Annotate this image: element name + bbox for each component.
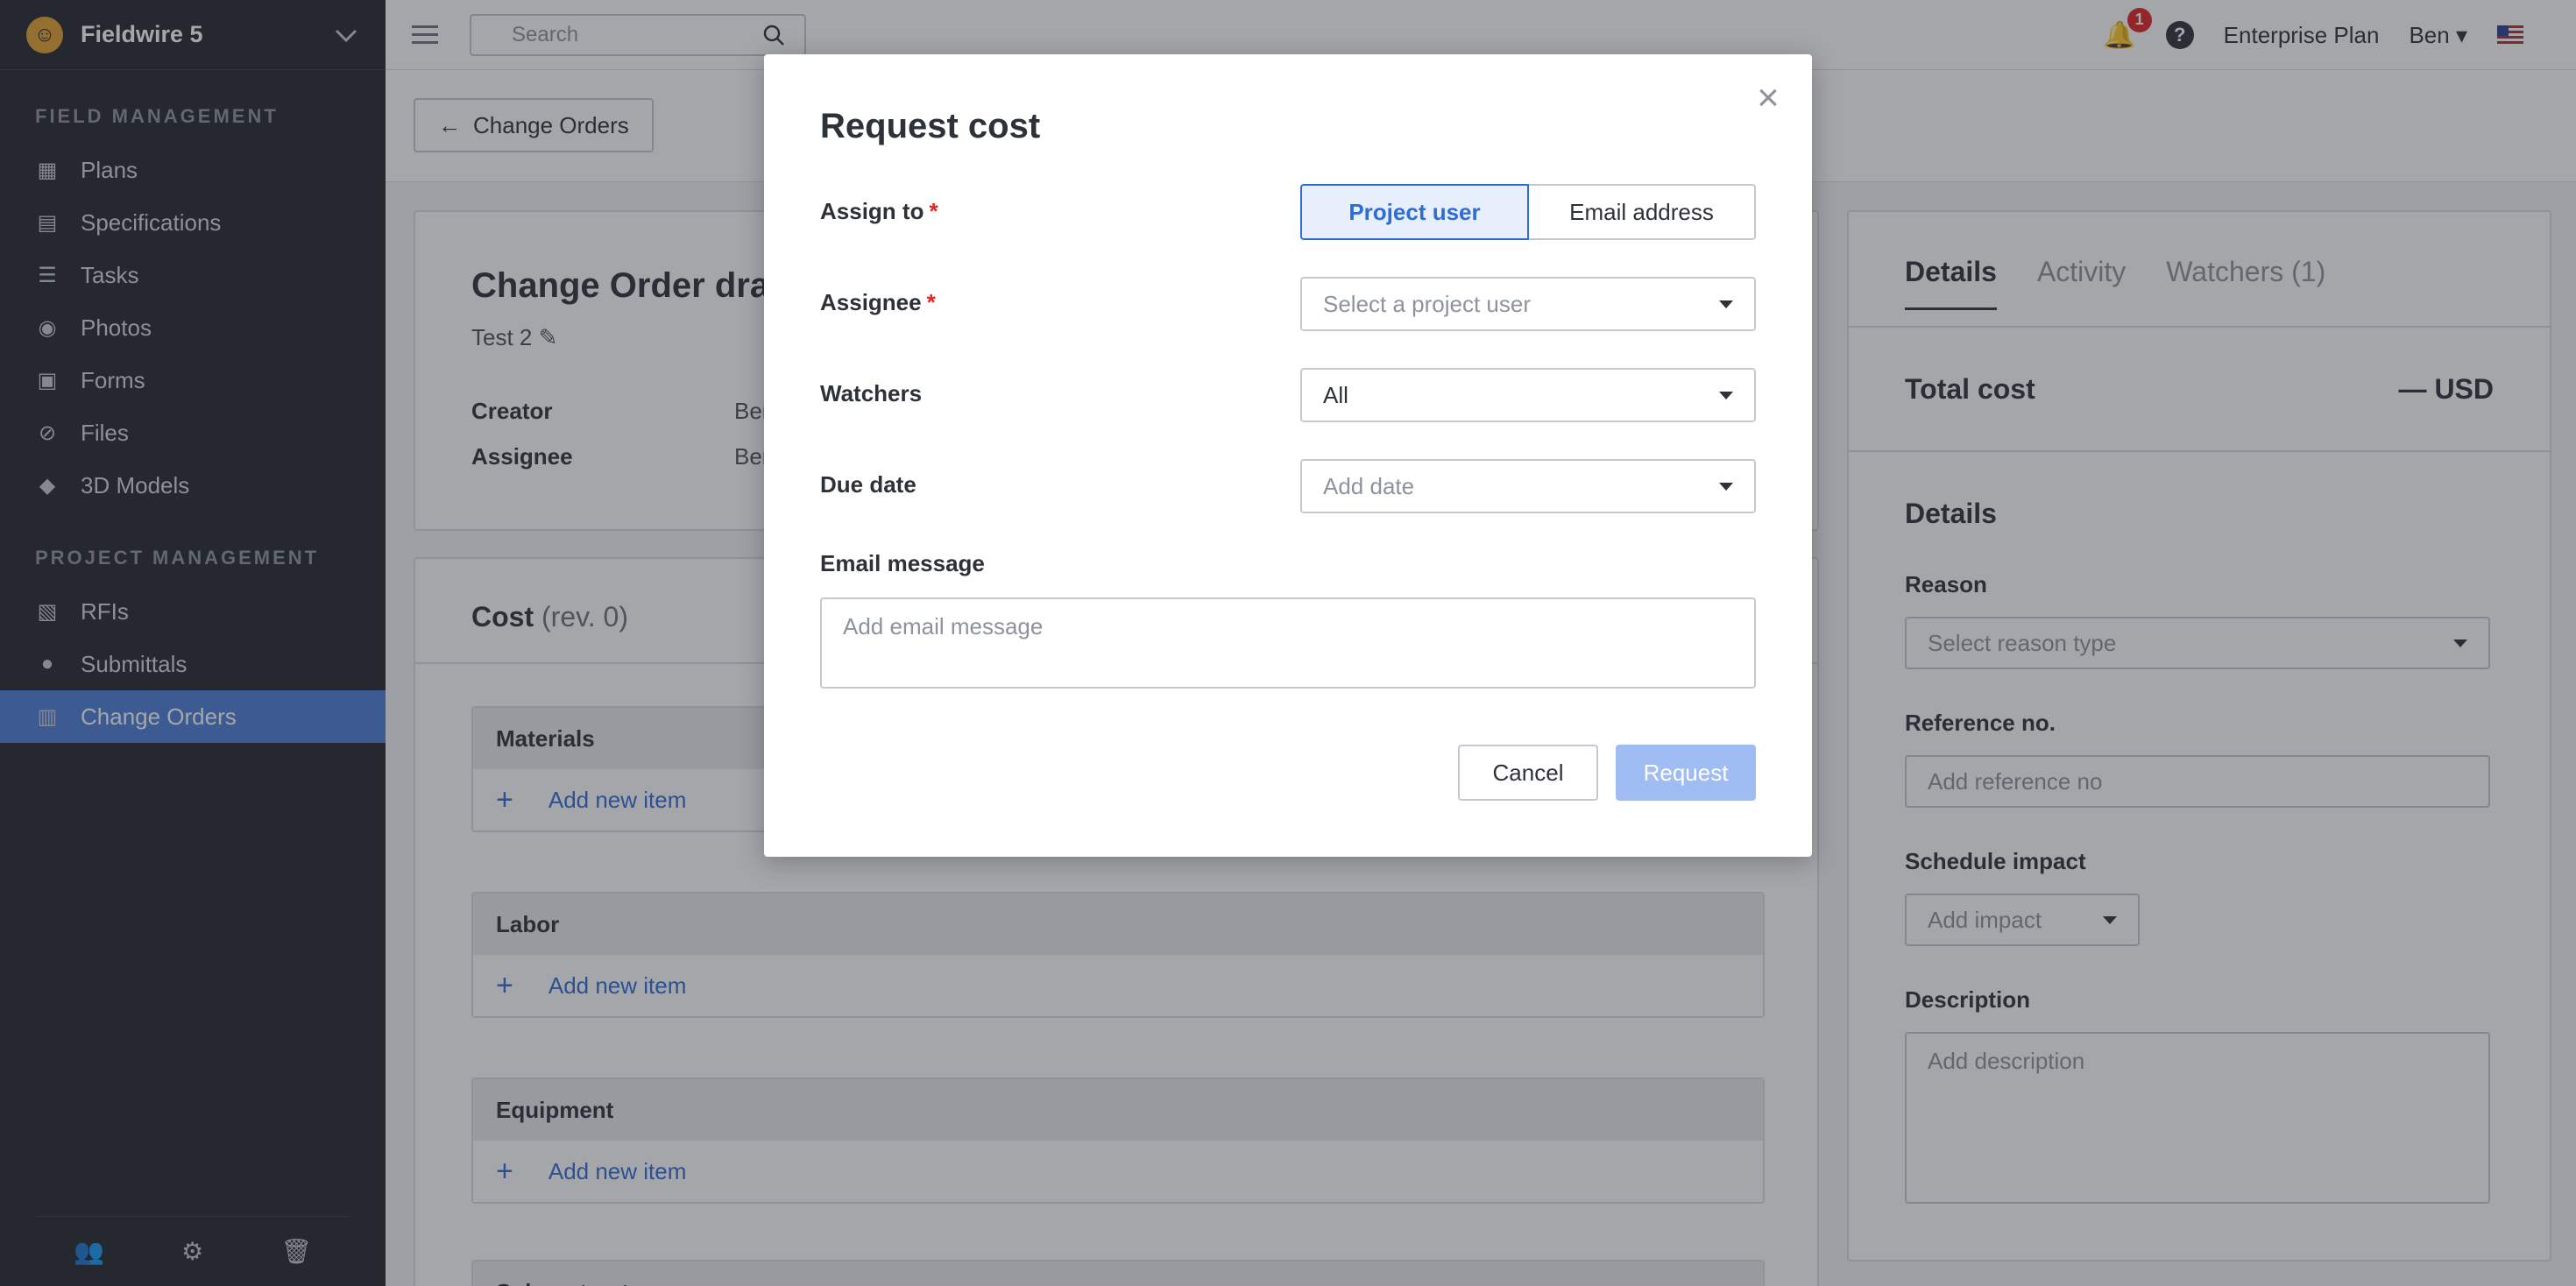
assign-to-toggle: Project user Email address (1300, 184, 1756, 240)
caret-down-icon (1719, 300, 1733, 308)
due-date-select[interactable]: Add date (1300, 459, 1756, 513)
caret-down-icon (1719, 391, 1733, 399)
request-cost-modal: × Request cost Assign to * Project user E… (764, 54, 1812, 857)
close-icon[interactable]: × (1751, 79, 1786, 117)
due-date-placeholder: Add date (1323, 472, 1415, 499)
project-user-option[interactable]: Project user (1300, 184, 1529, 240)
due-date-label: Due date (820, 471, 916, 498)
assign-to-text: Assign to (820, 198, 924, 224)
watchers-value: All (1323, 381, 1348, 408)
cancel-button[interactable]: Cancel (1458, 745, 1598, 801)
assignee-placeholder: Select a project user (1323, 290, 1532, 317)
assignee-select[interactable]: Select a project user (1300, 277, 1756, 331)
email-message-label: Email message (820, 550, 985, 576)
modal-title: Request cost (820, 107, 1041, 145)
assignee-text: Assignee (820, 289, 922, 315)
request-button[interactable]: Request (1616, 745, 1756, 801)
email-message-textarea[interactable]: Add email message (820, 597, 1756, 689)
email-message-placeholder: Add email message (843, 613, 1044, 639)
required-mark: * (929, 198, 938, 224)
assignee-label: Assignee * (820, 289, 936, 316)
watchers-select[interactable]: All (1300, 368, 1756, 422)
caret-down-icon (1719, 482, 1733, 491)
email-address-option[interactable]: Email address (1529, 184, 1756, 240)
required-mark: * (926, 289, 936, 315)
watchers-label: Watchers (820, 380, 923, 406)
assign-to-label: Assign to * (820, 198, 938, 225)
